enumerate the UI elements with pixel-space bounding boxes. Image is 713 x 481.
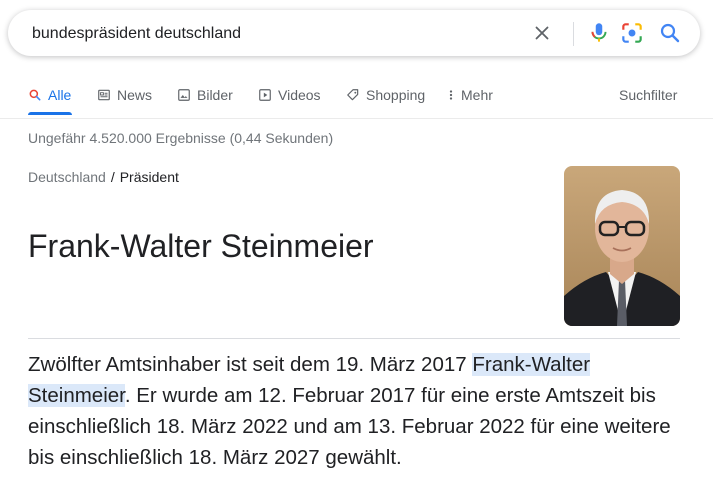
search-input[interactable] [30,22,514,46]
tab-label: News [117,87,153,103]
clear-icon[interactable] [531,22,553,44]
search-icon [29,89,41,101]
tab-label: Mehr [461,87,493,103]
entity-title: Frank-Walter Steinmeier [28,228,374,265]
news-icon [98,89,110,101]
tab-videos[interactable]: Videos [258,84,321,106]
search-submit-icon[interactable] [658,21,682,45]
tab-label: Videos [278,87,321,103]
more-vert-icon [449,90,453,100]
tab-news[interactable]: News [97,84,152,106]
result-stats: Ungefähr 4.520.000 Ergebnisse (0,44 Seku… [28,130,334,146]
breadcrumb-parent[interactable]: Deutschland [28,169,106,185]
breadcrumb-separator: / [110,169,115,185]
entity-portrait-image[interactable] [564,166,680,326]
tab-images[interactable]: Bilder [177,84,233,106]
tab-label: Alle [48,87,72,103]
breadcrumb: Deutschland / Präsident [28,169,179,185]
tab-shopping[interactable]: Shopping [346,84,425,106]
search-box [8,10,700,56]
search-tabs: Alle News Bilder Videos Shopping Mehr Su… [0,76,713,119]
featured-snippet: Zwölfter Amtsinhaber ist seit dem 19. Mä… [28,349,688,473]
tab-more[interactable]: Mehr [447,84,493,106]
snippet-text-before: Zwölfter Amtsinhaber ist seit dem 19. Mä… [28,353,473,376]
search-tools-button[interactable]: Suchfilter [619,84,677,106]
breadcrumb-current: Präsident [119,169,179,185]
tab-label: Shopping [366,87,426,103]
tab-label: Bilder [197,87,233,103]
search-divider [573,22,574,46]
microphone-icon[interactable] [586,20,612,46]
video-icon [259,89,271,101]
section-divider [28,338,680,339]
camera-lens-icon[interactable] [619,20,645,46]
image-icon [178,89,190,101]
snippet-text-after: . Er wurde am 12. Februar 2017 für eine … [28,384,671,469]
active-tab-indicator [28,112,72,115]
tag-icon [347,89,359,101]
tab-all[interactable]: Alle [28,84,71,106]
